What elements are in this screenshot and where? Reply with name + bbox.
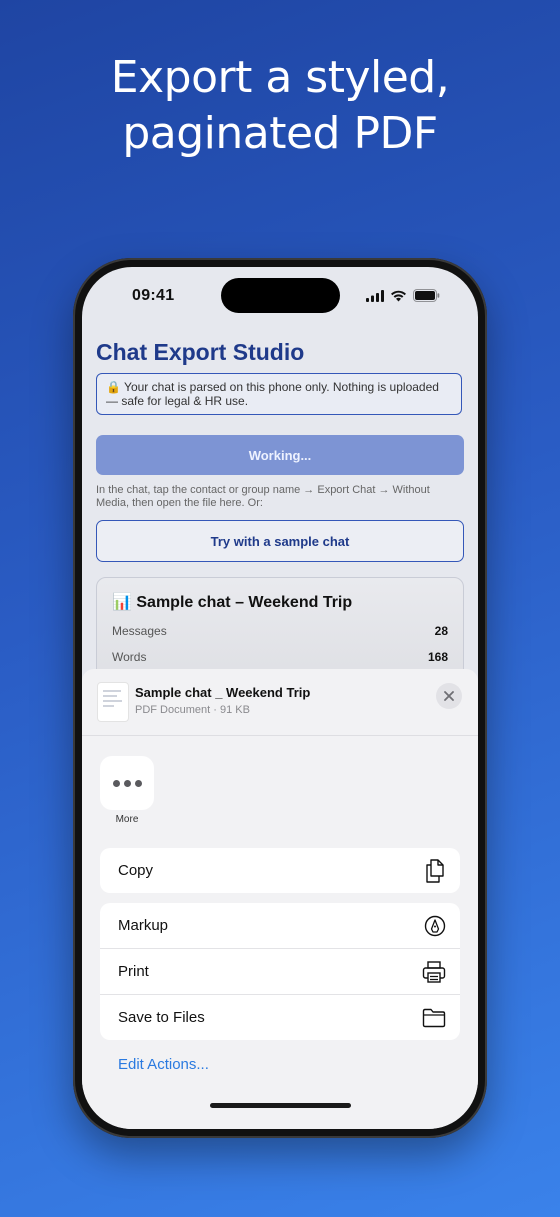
more-button[interactable] [100,756,154,810]
app-title: Chat Export Studio [96,339,305,365]
stats-title: 📊 Sample chat – Weekend Trip [112,594,353,611]
signal-icon [366,289,384,302]
action-markup[interactable]: Markup [100,903,460,948]
action-label: Save to Files [118,1009,205,1026]
more-dot [134,779,142,787]
more-dot [123,779,131,787]
working-button[interactable]: Working... [96,435,464,475]
action-label: Print [118,963,149,980]
close-icon [444,691,454,701]
file-name: Sample chat _ Weekend Trip [135,685,311,700]
more-dot [112,779,120,787]
folder-icon [422,1008,446,1027]
home-indicator[interactable] [210,1103,351,1108]
action-save-to-files[interactable]: Save to Files [100,994,460,1040]
more-label: More [115,814,139,825]
privacy-notice-text: 🔒 Your chat is parsed on this phone only… [106,380,439,408]
edit-actions-link[interactable]: Edit Actions... [118,1056,209,1073]
status-time: 09:41 [132,287,175,304]
action-print[interactable]: Print [100,948,460,994]
stat-value: 168 [427,650,448,664]
close-button[interactable] [436,683,462,709]
file-meta: PDF Document · 91 KB [135,704,250,716]
action-group-primary: Copy [100,848,460,893]
privacy-notice: 🔒 Your chat is parsed on this phone only… [96,373,462,415]
dynamic-island [221,278,340,313]
sample-chat-button[interactable]: Try with a sample chat [96,520,464,562]
stat-row-messages: Messages 28 [112,624,448,638]
stat-label: Words [112,650,147,664]
wifi-icon [391,290,406,301]
export-hint: In the chat, tap the contact or group na… [96,484,430,509]
phone-screen: 09:41 Chat Export Studio 🔒 Your chat is … [82,267,478,1129]
headline-line-2: paginated PDF [122,108,438,159]
stat-label: Messages [112,624,167,638]
share-sheet: Sample chat _ Weekend Trip PDF Document … [82,669,478,1129]
markup-icon [424,915,446,936]
action-label: Copy [118,862,154,879]
action-group-secondary: Markup Print Save to Files [100,903,460,1040]
battery-icon [413,289,440,302]
pdf-thumbnail [98,683,128,721]
stat-value: 28 [434,624,448,638]
headline-line-1: Export a styled, [110,52,450,103]
action-copy[interactable]: Copy [100,848,460,893]
action-label: Markup [118,917,169,934]
sheet-divider [82,735,478,736]
printer-icon [422,960,446,983]
stat-row-words: Words 168 [112,650,448,664]
copy-icon [426,858,444,883]
phone-frame: 09:41 Chat Export Studio 🔒 Your chat is … [73,258,487,1138]
status-icons [366,289,440,302]
marketing-headline: Export a styled, paginated PDF [0,50,560,162]
